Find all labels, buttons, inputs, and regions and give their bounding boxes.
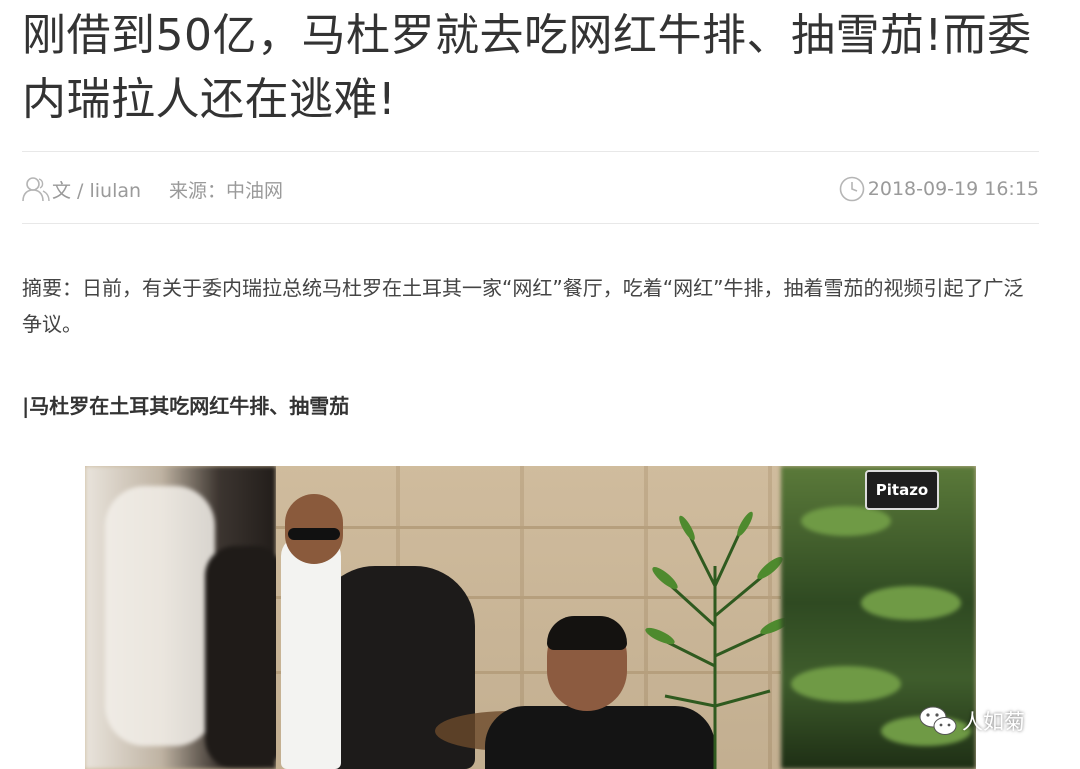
source-label: 来源：中油网 bbox=[169, 179, 284, 202]
article-title: 刚借到50亿，马杜罗就去吃网红牛排、抽雪茄!而委内瑞拉人还在逃难! bbox=[22, 10, 1032, 125]
clock-icon bbox=[838, 175, 866, 203]
author-label: 文 / liulan bbox=[52, 179, 142, 202]
article-summary: 摘要：日前，有关于委内瑞拉总统马杜罗在土耳其一家“网红”餐厅，吃着“网红”牛排，… bbox=[22, 276, 1024, 336]
user-icon bbox=[22, 175, 50, 203]
meta-left: 文 / liulan 来源：中油网 bbox=[22, 174, 283, 204]
top-divider bbox=[22, 151, 1039, 152]
photo-left-blur bbox=[85, 466, 285, 769]
photo-plant bbox=[645, 511, 785, 769]
article-meta: 文 / liulan 来源：中油网 2018-09-19 16:15 bbox=[22, 170, 1039, 208]
wechat-icon bbox=[918, 705, 958, 737]
photo-sunglasses bbox=[288, 528, 340, 540]
watermark-text: 人如菊 bbox=[962, 710, 1025, 734]
photo-napkin bbox=[281, 536, 341, 769]
photo-man-hair bbox=[547, 616, 627, 650]
publish-date: 2018-09-19 16:15 bbox=[867, 178, 1039, 200]
section-heading: |马杜罗在土耳其吃网红牛排、抽雪茄 bbox=[22, 394, 350, 418]
wechat-watermark: 人如菊 bbox=[918, 703, 1025, 739]
bottom-divider bbox=[22, 223, 1039, 224]
meta-right: 2018-09-19 16:15 bbox=[838, 174, 1039, 204]
article-photo: Pitazo bbox=[85, 466, 976, 769]
article: 刚借到50亿，马杜罗就去吃网红牛排、抽雪茄!而委内瑞拉人还在逃难! 文 / li… bbox=[0, 0, 1080, 769]
pitazo-logo: Pitazo bbox=[865, 470, 939, 510]
